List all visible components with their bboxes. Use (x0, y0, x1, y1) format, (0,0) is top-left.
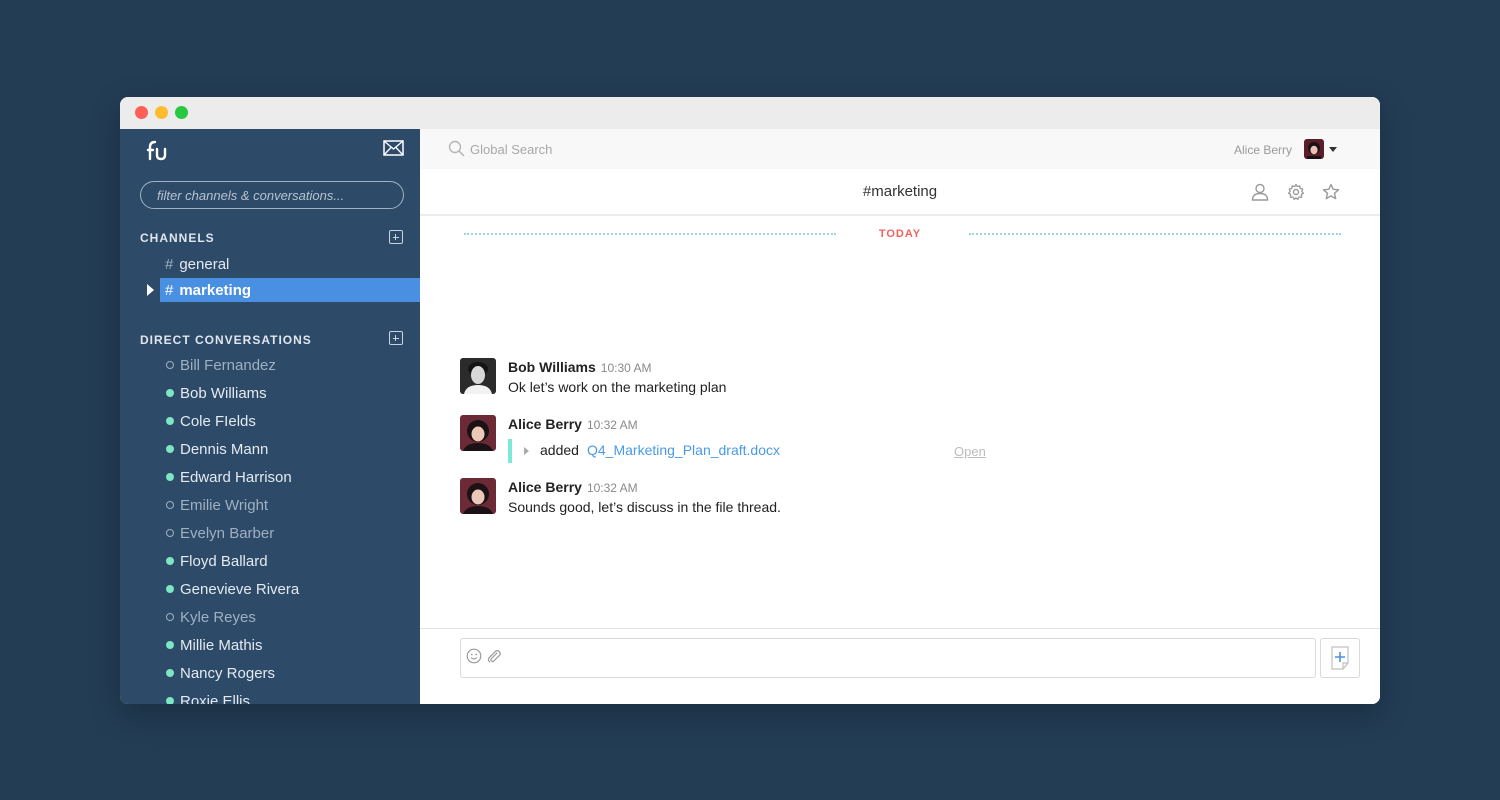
global-search-input[interactable] (470, 139, 770, 159)
caret-down-icon[interactable] (1329, 147, 1337, 152)
new-document-button[interactable] (1320, 638, 1360, 678)
divider-line (464, 233, 836, 235)
author-name[interactable]: Alice Berry (508, 479, 582, 495)
file-link[interactable]: Q4_Marketing_Plan_draft.docx (587, 442, 780, 458)
message-time: 10:32 AM (586, 481, 638, 495)
dm-label: Roxie Ellis (180, 692, 251, 705)
app-window: CHANNELS # general # marketing DIRECT CO… (120, 97, 1380, 704)
message-input[interactable] (510, 639, 1300, 677)
channel-label: general (179, 255, 230, 273)
dm-item[interactable]: Bob Williams (166, 382, 267, 404)
online-status-icon (166, 697, 174, 704)
channel-general[interactable]: # general (160, 252, 420, 276)
close-window-button[interactable] (135, 106, 148, 119)
dm-label: Nancy Rogers (180, 664, 276, 682)
minimize-window-button[interactable] (155, 106, 168, 119)
offline-status-icon (166, 613, 174, 621)
dm-label: Bill Fernandez (180, 356, 276, 374)
dm-label: Edward Harrison (180, 468, 292, 486)
hash-icon: # (165, 281, 174, 299)
divider-line (969, 233, 1341, 235)
file-action-text: added (540, 442, 579, 458)
dm-item[interactable]: Emilie Wright (166, 494, 268, 516)
dm-label: Emilie Wright (180, 496, 269, 514)
sidebar: CHANNELS # general # marketing DIRECT CO… (120, 129, 420, 704)
dm-item[interactable]: Floyd Ballard (166, 550, 268, 572)
dm-label: Genevieve Rivera (180, 580, 300, 598)
dm-item[interactable]: Edward Harrison (166, 466, 292, 488)
dm-item[interactable]: Millie Mathis (166, 634, 263, 656)
offline-status-icon (166, 529, 174, 537)
online-status-icon (166, 417, 174, 425)
dm-item[interactable]: Genevieve Rivera (166, 578, 299, 600)
dm-item[interactable]: Cole FIelds (166, 410, 256, 432)
dm-item[interactable]: Bill Fernandez (166, 354, 276, 376)
add-conversation-button[interactable] (389, 331, 403, 345)
online-status-icon (166, 669, 174, 677)
online-status-icon (166, 389, 174, 397)
message-time: 10:32 AM (586, 418, 638, 432)
smiley-icon[interactable] (466, 648, 482, 669)
gear-icon[interactable] (1287, 183, 1305, 206)
message-text: Ok let’s work on the marketing plan (508, 379, 727, 395)
envelope-icon[interactable] (383, 140, 404, 161)
message-author: Alice Berry 10:32 AM (508, 479, 638, 495)
online-status-icon (166, 557, 174, 565)
paperclip-icon[interactable] (486, 648, 502, 669)
dm-item[interactable]: Dennis Mann (166, 438, 268, 460)
message-text: Sounds good, let’s discuss in the file t… (508, 499, 781, 515)
online-status-icon (166, 445, 174, 453)
filter-input[interactable] (140, 181, 404, 209)
app-logo (146, 139, 168, 166)
channel-label: marketing (179, 281, 252, 299)
direct-conversations-heading: DIRECT CONVERSATIONS (140, 333, 312, 347)
dm-label: Dennis Mann (180, 440, 269, 458)
day-divider-label: TODAY (878, 228, 922, 240)
channel-header: #marketing (420, 169, 1380, 216)
message-author: Alice Berry 10:32 AM (508, 416, 638, 432)
main-panel: Alice Berry #marketing (420, 129, 1380, 704)
hash-icon: # (165, 255, 174, 273)
top-bar: Alice Berry (420, 129, 1380, 169)
add-channel-button[interactable] (389, 230, 403, 244)
dm-label: Floyd Ballard (180, 552, 268, 570)
dm-item[interactable]: Roxie Ellis (166, 690, 250, 704)
search-icon (448, 140, 465, 162)
offline-status-icon (166, 361, 174, 369)
message-time: 10:30 AM (600, 361, 652, 375)
dm-item[interactable]: Nancy Rogers (166, 662, 275, 684)
current-user-name: Alice Berry (1234, 143, 1293, 157)
dm-label: Kyle Reyes (180, 608, 256, 626)
file-thread-bar (508, 439, 512, 463)
dm-label: Cole FIelds (180, 412, 256, 430)
new-document-icon (1331, 646, 1349, 670)
avatar[interactable] (460, 415, 496, 451)
online-status-icon (166, 473, 174, 481)
open-file-link[interactable]: Open (954, 444, 986, 459)
online-status-icon (166, 585, 174, 593)
user-avatar[interactable] (1304, 139, 1324, 159)
title-bar (120, 97, 1380, 129)
dm-item[interactable]: Kyle Reyes (166, 606, 256, 628)
channel-marketing[interactable]: # marketing (160, 278, 420, 302)
channel-title: #marketing (862, 183, 938, 200)
channels-heading: CHANNELS (140, 231, 215, 245)
message-author: Bob Williams 10:30 AM (508, 359, 651, 375)
star-icon[interactable] (1322, 183, 1340, 206)
chevron-right-icon (147, 284, 154, 296)
offline-status-icon (166, 501, 174, 509)
dm-label: Evelyn Barber (180, 524, 275, 542)
author-name[interactable]: Alice Berry (508, 416, 582, 432)
author-name[interactable]: Bob Williams (508, 359, 596, 375)
composer-area (420, 628, 1380, 704)
online-status-icon (166, 641, 174, 649)
avatar[interactable] (460, 478, 496, 514)
dm-item[interactable]: Evelyn Barber (166, 522, 274, 544)
avatar[interactable] (460, 358, 496, 394)
maximize-window-button[interactable] (175, 106, 188, 119)
dm-label: Millie Mathis (180, 636, 263, 654)
person-icon[interactable] (1251, 183, 1269, 206)
expand-arrow-icon[interactable] (524, 447, 529, 455)
dm-label: Bob Williams (180, 384, 267, 402)
